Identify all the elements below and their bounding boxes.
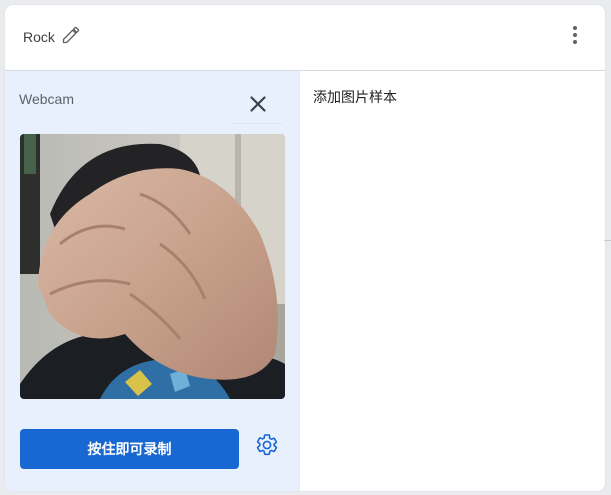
close-icon[interactable]: [245, 91, 271, 117]
gear-icon[interactable]: [255, 433, 279, 457]
card-header: Rock: [5, 5, 605, 71]
pencil-icon[interactable]: [61, 25, 81, 45]
class-card: Rock Webcam 按住即可录制: [5, 5, 605, 491]
panel-divider: [299, 71, 300, 491]
webcam-preview: [20, 134, 285, 399]
more-vert-icon[interactable]: [563, 23, 587, 47]
hold-to-record-button[interactable]: 按住即可录制: [20, 429, 239, 469]
divider: [233, 123, 283, 124]
class-name[interactable]: Rock: [23, 29, 55, 45]
webcam-panel: Webcam 按住即可录制: [5, 71, 299, 491]
add-image-samples-title: 添加图片样本: [313, 89, 397, 105]
webcam-label: Webcam: [19, 91, 74, 107]
edge-connector: [604, 240, 611, 241]
